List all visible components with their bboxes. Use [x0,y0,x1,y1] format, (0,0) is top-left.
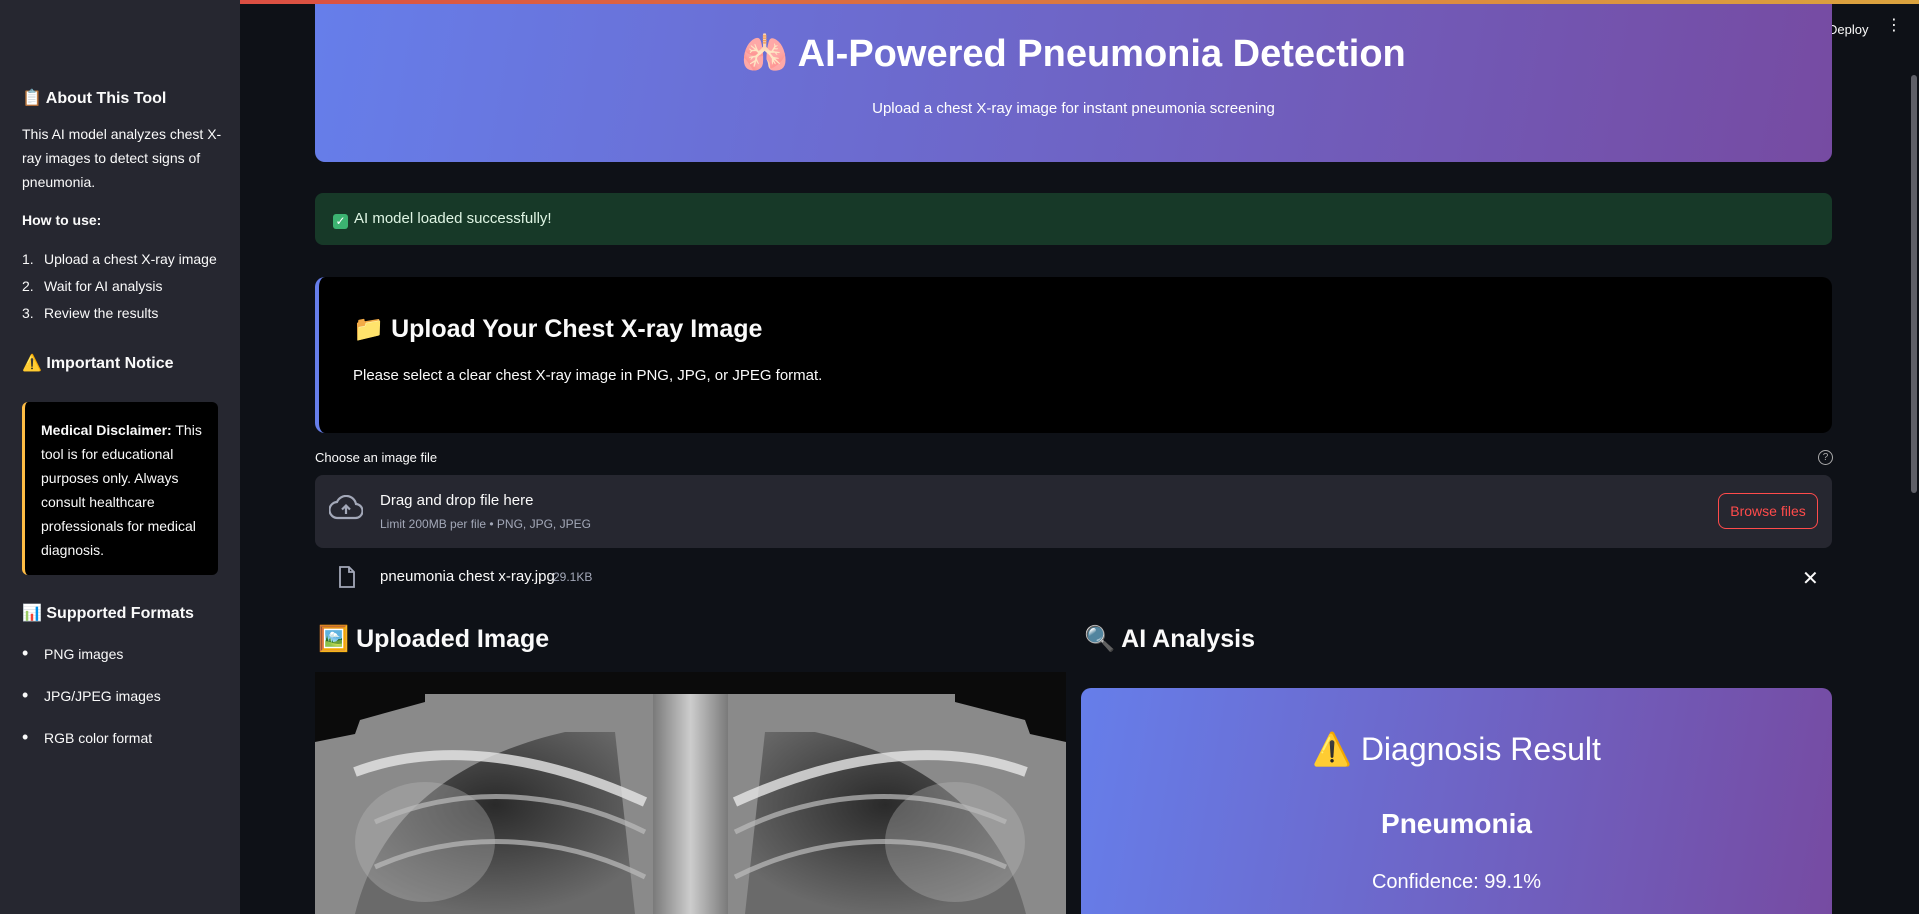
check-icon: ✓ [333,214,348,229]
format-item: • RGB color format [22,727,153,747]
uploaded-image-title: 🖼️ Uploaded Image [318,625,550,653]
page-title: 🫁 AI-Powered Pneumonia Detection [741,33,1406,75]
deploy-button[interactable]: Deploy [1828,22,1868,37]
medical-disclaimer: Medical Disclaimer: This tool is for edu… [22,402,218,575]
format-item: • PNG images [22,643,124,663]
step-item: 1. Upload a chest X-ray image [22,251,217,267]
file-uploader-label: Choose an image file [315,450,438,465]
cloud-upload-icon [329,495,363,520]
header-banner: 🫁 AI-Powered Pneumonia Detection Upload … [315,4,1832,162]
dropzone-text: Drag and drop file here [380,492,534,509]
file-dropzone[interactable]: Drag and drop file here Limit 200MB per … [315,475,1832,548]
uploaded-xray-image [315,672,1066,914]
file-icon [339,566,355,588]
kebab-menu-icon[interactable]: ⋮ [1886,18,1902,34]
remove-file-icon[interactable]: ✕ [1802,566,1819,591]
disclaimer-bold: Medical Disclaimer: [41,422,172,438]
upload-title: 📁 Upload Your Chest X-ray Image [353,315,763,343]
format-item: • JPG/JPEG images [22,685,161,705]
how-to-title: How to use: [22,212,102,228]
about-title: 📋 About This Tool [22,90,167,107]
success-message: AI model loaded successfully! [354,210,552,227]
step-item: 3. Review the results [22,305,159,321]
upload-info-card: 📁 Upload Your Chest X-ray Image Please s… [315,277,1832,433]
help-icon[interactable]: ? [1818,450,1833,465]
formats-list: • PNG images • JPG/JPEG images • RGB color … [22,641,161,767]
file-size: 29.1KB [553,570,593,584]
success-alert: ✓ AI model loaded successfully! [315,193,1832,245]
about-text: This AI model analyzes chest X-ray image… [22,126,222,190]
prediction-label: Pneumonia [1381,808,1532,839]
page-subtitle: Upload a chest X-ray image for instant p… [872,100,1275,117]
browse-files-button[interactable]: Browse files [1718,493,1818,529]
disclaimer-text: This tool is for educational purposes on… [41,422,202,558]
ai-analysis-title: 🔍 AI Analysis [1084,625,1255,653]
diagnosis-result-card: ⚠️ Diagnosis Result Pneumonia Confidence… [1081,688,1832,914]
scrollbar[interactable] [1911,75,1917,493]
how-to-steps: 1. Upload a chest X-ray image 2. Wait for … [22,246,217,327]
step-item: 2. Wait for AI analysis [22,278,163,294]
confidence-value: Confidence: 99.1% [1371,871,1541,893]
diagnosis-title: ⚠️ Diagnosis Result [1312,731,1601,767]
dropzone-limit: Limit 200MB per file • PNG, JPG, JPEG [380,517,591,531]
notice-title: ⚠️ Important Notice [22,355,174,372]
upload-description: Please select a clear chest X-ray image … [353,367,823,384]
file-name: pneumonia chest x-ray.jpg [380,568,555,585]
sidebar: 📋 About This Tool This AI model analyzes… [0,0,240,914]
uploaded-file-row: pneumonia chest x-ray.jpg 29.1KB ✕ [315,560,1832,596]
formats-title: 📊 Supported Formats [22,605,194,622]
